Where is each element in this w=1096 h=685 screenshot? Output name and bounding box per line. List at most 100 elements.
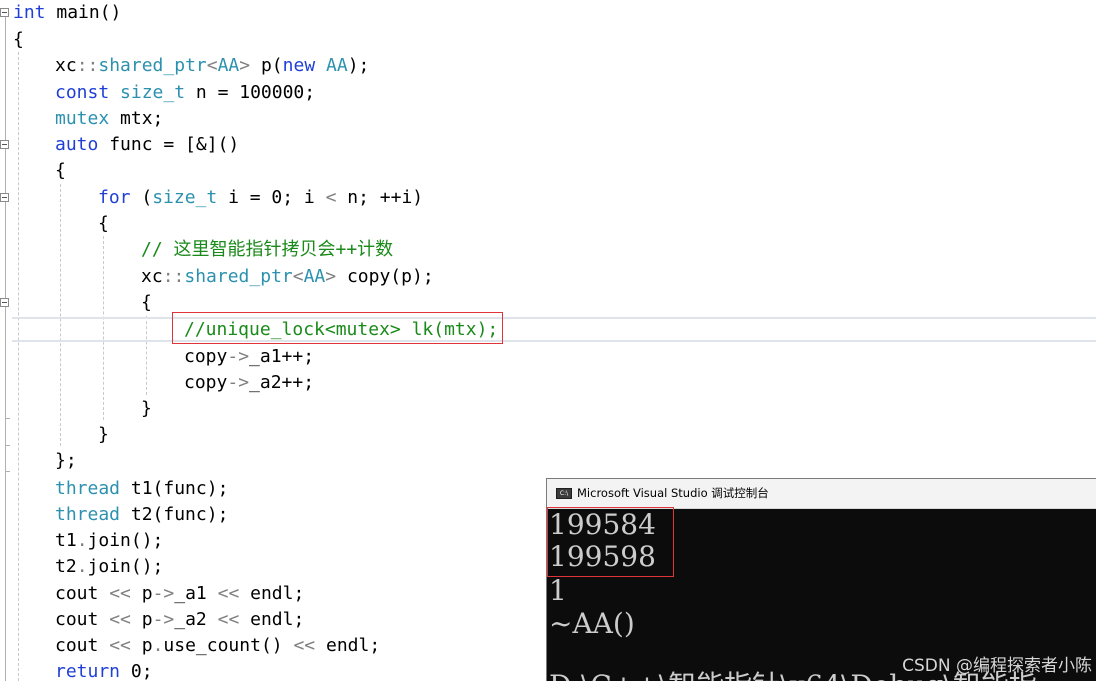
code-token: <<: [109, 635, 131, 656]
code-token: .: [152, 635, 164, 656]
code-token: for: [98, 187, 131, 208]
code-line[interactable]: cout << p.use_count() << endl;: [55, 633, 380, 659]
code-token: size_t: [120, 82, 186, 103]
code-token: // 这里智能指针拷贝会++计数: [141, 239, 394, 260]
code-token: ->: [227, 372, 250, 393]
code-token: {: [55, 160, 66, 181]
code-line[interactable]: copy->_a1++;: [184, 344, 314, 370]
code-line[interactable]: mutex mtx;: [55, 106, 163, 132]
code-line[interactable]: {: [141, 290, 152, 316]
code-token: <<: [109, 609, 131, 630]
code-token: AA: [303, 266, 326, 287]
fold-toggle-for-icon[interactable]: [0, 193, 9, 202]
code-line[interactable]: xc::shared_ptr<AA> copy(p);: [141, 264, 434, 290]
code-token: //unique_lock<mutex> lk(mtx);: [184, 319, 499, 340]
code-token: int: [13, 2, 46, 23]
code-token: );: [347, 55, 370, 76]
watermark: CSDN @编程探索者小陈: [902, 656, 1092, 676]
code-token: p: [130, 609, 153, 630]
code-line[interactable]: auto func = [&](): [55, 132, 239, 158]
code-token: shared_ptr: [98, 55, 207, 76]
code-token: size_t: [152, 187, 218, 208]
code-line[interactable]: t1.join();: [55, 528, 163, 554]
fold-toggle-block-icon[interactable]: [0, 298, 9, 307]
console-output-line: 1: [549, 574, 567, 607]
code-token: ->: [152, 583, 175, 604]
code-line[interactable]: };: [55, 448, 77, 474]
fold-end-marker: [5, 471, 10, 472]
code-token: >: [239, 55, 251, 76]
console-output-line: ~AA(): [549, 607, 635, 640]
code-token: shared_ptr: [184, 266, 293, 287]
code-line[interactable]: xc::shared_ptr<AA> p(new AA);: [55, 53, 369, 79]
code-token: ->: [152, 609, 175, 630]
code-token: _a2: [174, 609, 218, 630]
code-token: {: [13, 29, 24, 50]
code-token: t2: [55, 556, 77, 577]
code-line[interactable]: thread t2(func);: [55, 502, 228, 528]
fold-end-marker: [5, 418, 10, 419]
code-token: }: [141, 398, 152, 419]
code-token: join();: [87, 530, 164, 551]
code-token: mtx;: [109, 108, 164, 129]
fold-toggle-lambda-icon[interactable]: [0, 140, 9, 149]
code-line[interactable]: {: [13, 27, 24, 53]
code-token: auto: [55, 134, 99, 155]
fold-margin-line: [5, 10, 6, 681]
console-title: Microsoft Visual Studio 调试控制台: [577, 486, 769, 500]
code-token: p: [130, 583, 153, 604]
code-token: AA: [326, 55, 348, 76]
code-line[interactable]: }: [98, 422, 109, 448]
code-token: t2(func);: [120, 504, 229, 525]
code-token: _a1: [174, 583, 218, 604]
code-line[interactable]: return 0;: [55, 659, 153, 685]
code-line[interactable]: const size_t n = 100000;: [55, 80, 315, 106]
code-token: {: [98, 213, 109, 234]
code-token: cout: [55, 635, 110, 656]
code-token: copy: [184, 346, 228, 367]
code-line[interactable]: //unique_lock<mutex> lk(mtx);: [184, 317, 498, 343]
code-token: <<: [109, 583, 131, 604]
code-token: cout: [55, 609, 110, 630]
code-token: func = [&](): [98, 134, 240, 155]
code-line[interactable]: cout << p->_a1 << endl;: [55, 581, 304, 607]
code-token: .: [76, 556, 88, 577]
code-line[interactable]: {: [55, 158, 66, 184]
code-token: t1(func);: [120, 478, 229, 499]
code-token: return: [55, 661, 121, 682]
code-line[interactable]: thread t1(func);: [55, 476, 228, 502]
code-token: (: [130, 187, 153, 208]
code-line[interactable]: int main(): [13, 0, 121, 26]
fold-toggle-main-icon[interactable]: [0, 8, 9, 17]
code-token: thread: [55, 478, 121, 499]
output-highlight-box: [547, 507, 674, 577]
code-token: const: [55, 82, 110, 103]
code-token: xc: [141, 266, 163, 287]
code-token: ::: [76, 55, 99, 76]
code-token: mutex: [55, 108, 110, 129]
code-token: p(: [250, 55, 283, 76]
code-token: use_count(): [163, 635, 294, 656]
code-token: thread: [55, 504, 121, 525]
code-token: endl;: [239, 609, 305, 630]
console-titlebar[interactable]: C:\ Microsoft Visual Studio 调试控制台: [547, 479, 1096, 509]
code-token: <: [325, 187, 337, 208]
code-line[interactable]: copy->_a2++;: [184, 370, 314, 396]
code-line[interactable]: for (size_t i = 0; i < n; ++i): [98, 185, 423, 211]
indent-guide: [18, 52, 19, 681]
code-token: <: [206, 55, 218, 76]
code-line[interactable]: // 这里智能指针拷贝会++计数: [141, 237, 393, 263]
code-token: >: [325, 266, 337, 287]
fold-end-marker: [5, 445, 10, 446]
code-token: ::: [162, 266, 185, 287]
code-token: n; ++i): [336, 187, 424, 208]
code-token: ->: [227, 346, 250, 367]
code-line[interactable]: {: [98, 211, 109, 237]
code-token: n = 100000;: [185, 82, 316, 103]
code-line[interactable]: cout << p->_a2 << endl;: [55, 607, 304, 633]
code-line[interactable]: t2.join();: [55, 554, 163, 580]
code-line[interactable]: }: [141, 396, 152, 422]
code-token: {: [141, 292, 152, 313]
